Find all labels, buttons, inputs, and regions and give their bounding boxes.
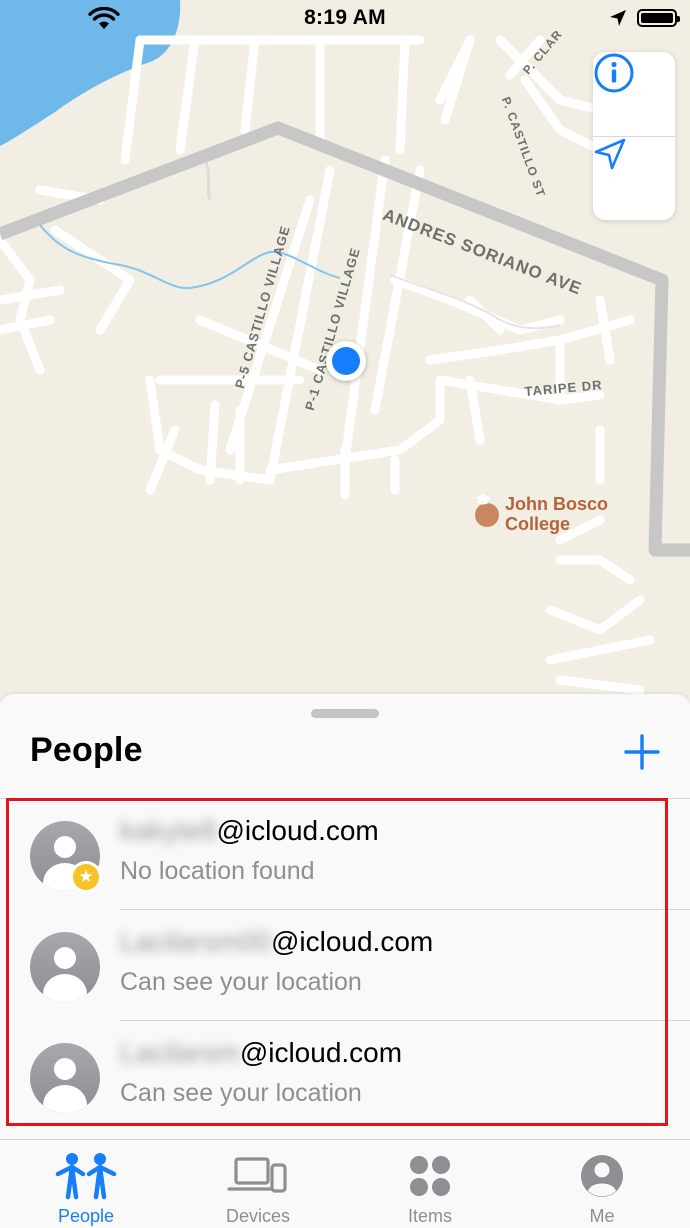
- current-location-dot[interactable]: [326, 341, 366, 381]
- map-view[interactable]: ANDRES SORIANO AVE P-5 CASTILLO VILLAGE …: [0, 0, 690, 700]
- tab-devices[interactable]: Devices: [172, 1140, 344, 1228]
- tab-devices-icon-wrap: [172, 1150, 344, 1202]
- tab-label: Me: [589, 1206, 615, 1226]
- devices-icon: [227, 1157, 287, 1193]
- location-arrow-icon: [594, 138, 626, 170]
- tab-items-icon-wrap: [344, 1150, 516, 1202]
- tab-label: Items: [407, 1206, 452, 1226]
- graduation-cap-icon: [475, 494, 499, 527]
- location-services-icon: [610, 10, 626, 26]
- sheet-title: People: [30, 731, 143, 769]
- tab-me[interactable]: Me: [516, 1140, 688, 1228]
- me-icon: [581, 1155, 623, 1197]
- plus-icon: [624, 734, 660, 770]
- tab-people-icon-wrap: [0, 1150, 172, 1202]
- status-bar: 8:19 AM: [0, 0, 690, 40]
- tab-people[interactable]: People: [0, 1140, 172, 1228]
- tab-label: People: [57, 1206, 115, 1226]
- locate-me-button[interactable]: [593, 136, 675, 221]
- sheet-grabber[interactable]: [311, 709, 379, 718]
- map-controls: [593, 52, 675, 220]
- tab-label: Devices: [225, 1206, 291, 1226]
- poi-label: John Bosco College: [505, 494, 609, 534]
- tab-me-icon-wrap: [516, 1150, 688, 1202]
- battery-icon: [637, 9, 680, 27]
- info-icon: [594, 53, 634, 93]
- map-info-button[interactable]: [593, 52, 675, 136]
- add-person-button[interactable]: [622, 732, 662, 772]
- tab-items[interactable]: Items: [344, 1140, 516, 1228]
- status-time: 8:19 AM: [304, 6, 386, 29]
- highlight-annotation-box: [6, 798, 668, 1126]
- people-icon: [55, 1153, 117, 1200]
- items-icon: [410, 1156, 450, 1196]
- tab-bar: People Devices Items Me: [0, 1139, 690, 1228]
- poi-john-bosco-college[interactable]: John Bosco College: [475, 494, 608, 534]
